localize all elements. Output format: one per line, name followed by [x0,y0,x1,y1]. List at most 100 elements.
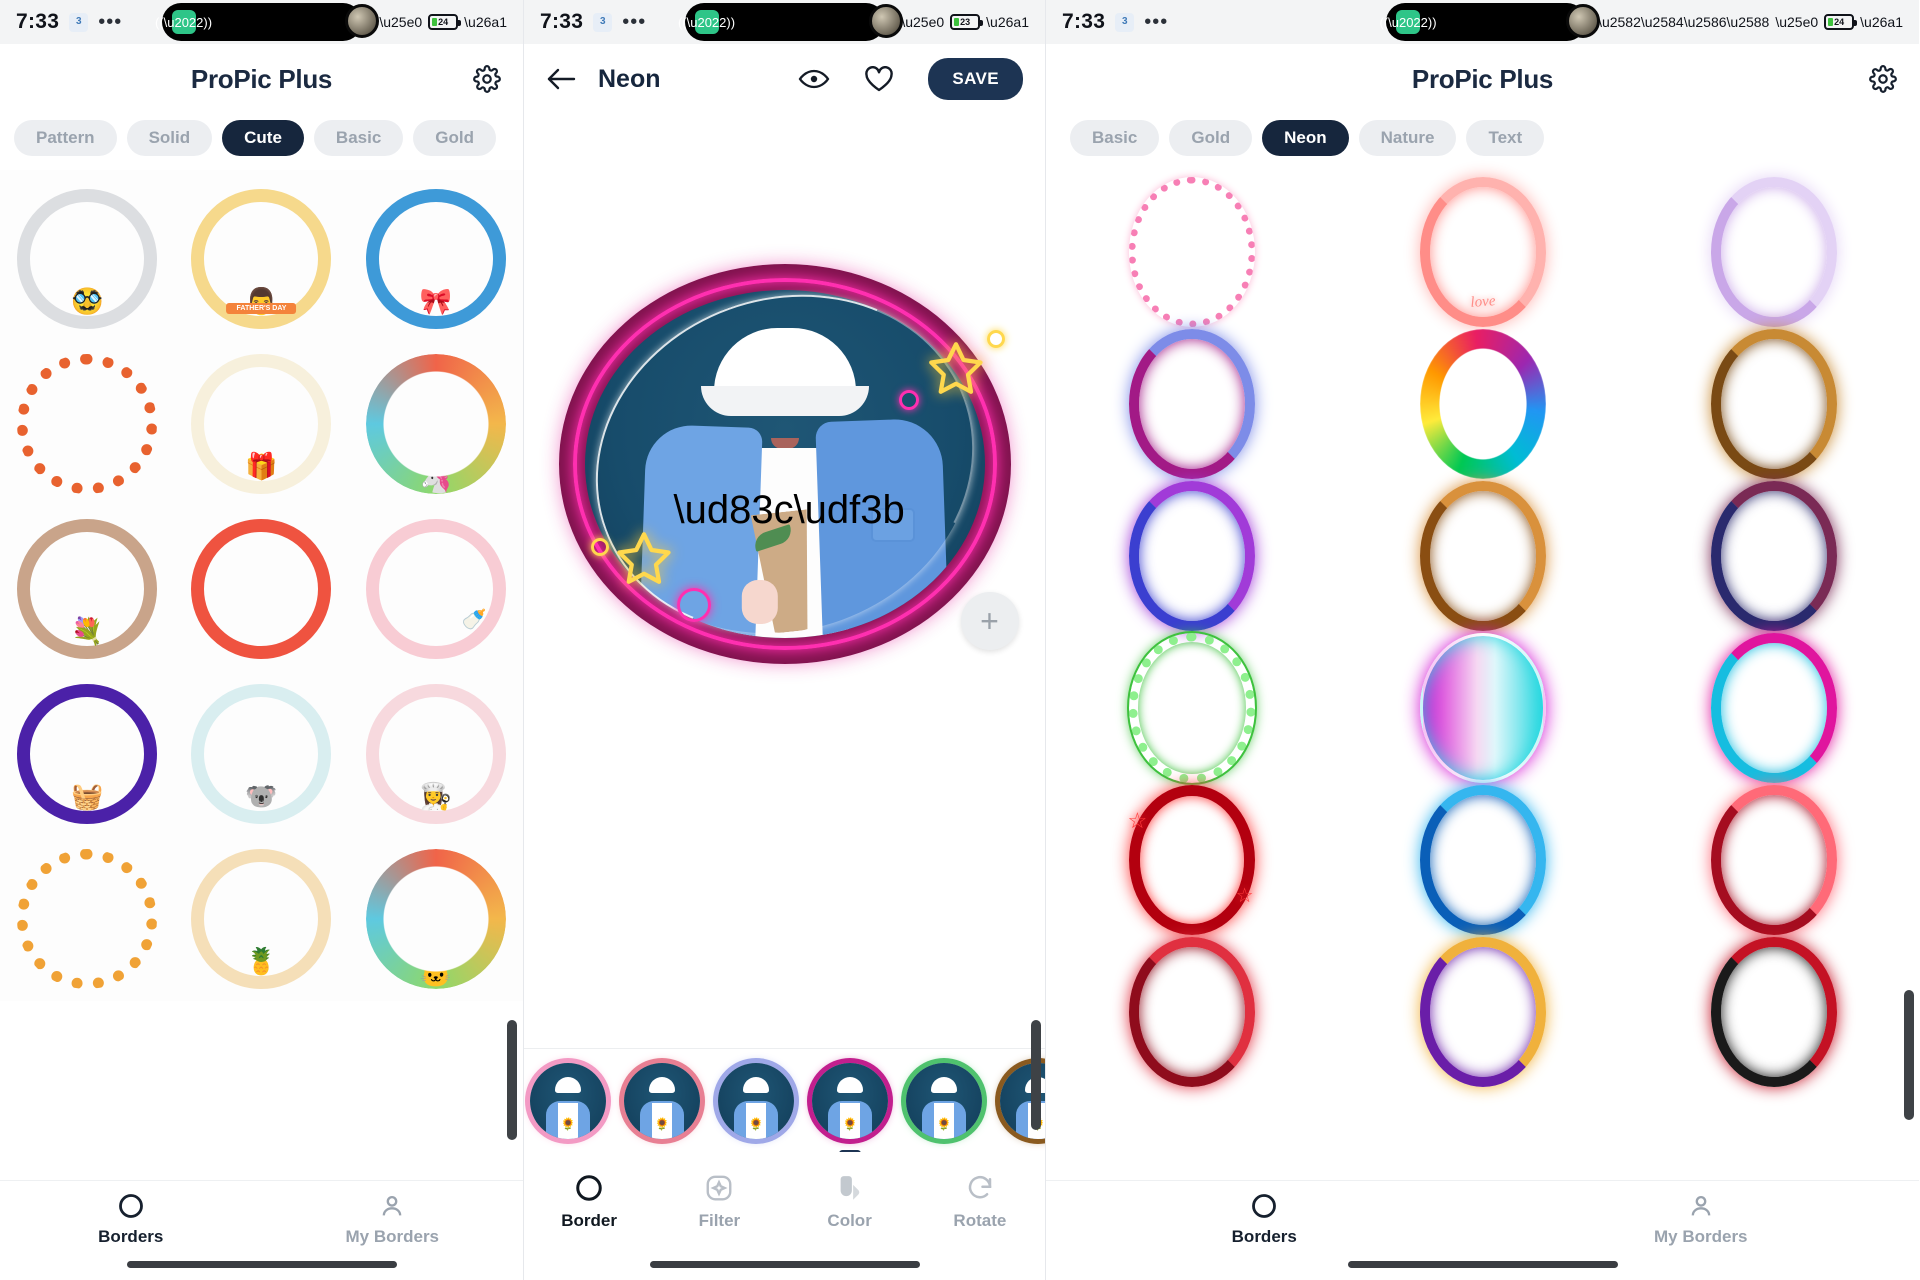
heart-outline-icon[interactable] [864,65,894,93]
neon-red-white [1710,785,1837,935]
save-button[interactable]: SAVE [928,58,1023,100]
back-arrow-icon[interactable] [546,66,576,92]
thumbnail-item[interactable]: 🌻 [906,1062,982,1139]
mustache-ring-decoration-icon: 🥸 [70,285,104,316]
app-header-right: ProPic Plus [1046,44,1919,114]
border-item[interactable]: 💐 [0,506,174,671]
wifi-icon: \u25e0 [901,14,945,30]
border-item[interactable] [174,506,348,671]
tab-gold[interactable]: Gold [413,120,497,156]
border-item[interactable]: love [1337,176,1628,328]
gear-icon[interactable] [473,65,501,93]
framed-photo[interactable]: \ud83c\udf3b + [547,242,1022,686]
tool-rotate[interactable]: Rotate [915,1152,1045,1280]
border-item[interactable] [1337,632,1628,784]
thumb-cap-shape [649,1076,675,1093]
tab-gold[interactable]: Gold [1169,120,1253,156]
border-item[interactable]: 🎁 [174,341,348,506]
thumb-flower-icon: 🌻 [936,1116,952,1131]
border-item[interactable]: 👩‍🍳 [349,671,523,836]
tab-neon[interactable]: Neon [1262,120,1349,156]
border-item[interactable] [1628,480,1919,632]
scrollbar-right[interactable] [1904,990,1914,1120]
border-item[interactable] [1046,480,1337,632]
tool-border[interactable]: Border [524,1152,654,1280]
thumbnail-item[interactable]: 🌻 [718,1062,794,1139]
person-icon [1691,1195,1711,1216]
rainbow-cat-ring: 🐱 [365,848,506,989]
neon-navy-plum [1710,481,1837,631]
circle-outline-icon [1252,1194,1277,1218]
thumb-neon-lilac: 🌻 [718,1062,794,1139]
rainbow-unicorn-ring: 🦄 [365,353,506,494]
tab-nature[interactable]: Nature [1358,120,1457,156]
border-item[interactable] [0,341,174,506]
tool-label-rotate: Rotate [953,1211,1007,1230]
tool-label-color: Color [827,1211,872,1230]
border-item[interactable]: 🍼 [349,506,523,671]
scrollbar-middle[interactable] [1031,1020,1041,1130]
neon-magenta-blue [1128,329,1255,479]
status-bar-left: 7:33 3 ••• ((\u2022)) HD \u2582\u2584\u2… [0,0,523,44]
border-item[interactable] [1046,328,1337,480]
neon-red-stars: ☆ ☆ [1128,785,1255,935]
thumbnail-item[interactable]: 🌻 [624,1062,700,1139]
tab-basic[interactable]: Basic [1070,120,1160,156]
border-item[interactable]: 🐨 [174,671,348,836]
nav-label-my-borders: My Borders [345,1227,440,1246]
border-item[interactable]: 🧺 [0,671,174,836]
strawberry-ring [191,518,332,659]
border-item[interactable]: ☆ ☆ [1046,784,1337,936]
status-overflow-dots: ••• [1144,11,1169,33]
border-item[interactable] [1337,480,1628,632]
border-thumbnail-strip[interactable]: 🌻🌻🌻🌻🌻🌻🌻 [524,1048,1045,1152]
neon-violet-gold [1419,937,1546,1087]
add-sticker-button[interactable]: + [960,592,1019,650]
editor-actions: SAVE [798,58,1023,100]
neon-copper [1419,481,1546,631]
border-item[interactable]: 👨 FATHER'S DAY [174,176,348,341]
border-item[interactable] [1046,176,1337,328]
thumbnail-item[interactable]: 🌻 [812,1062,888,1152]
border-item[interactable]: 🍍 [174,836,348,1001]
person-icon [382,1195,402,1216]
tab-text[interactable]: Text [1466,120,1545,156]
tab-solid[interactable]: Solid [126,120,213,156]
neon-dark-red [1128,937,1255,1087]
camera-avatar-icon [1566,4,1600,38]
border-item[interactable] [1628,632,1919,784]
eye-icon[interactable] [798,68,830,90]
border-item[interactable] [1046,936,1337,1088]
border-item[interactable]: 🎀 [349,176,523,341]
thumb-neon-coral: 🌻 [624,1062,700,1139]
tab-cute[interactable]: Cute [222,120,304,156]
dynamic-island[interactable]: ((\u2022)) [155,3,362,41]
thumbnail-item[interactable]: 🌻 [530,1062,606,1139]
candy-ring [17,353,158,494]
camera-avatar-icon [869,4,903,38]
wifi-icon: \u25e0 [1775,14,1819,30]
border-item[interactable]: 🦄 [349,341,523,506]
dynamic-island[interactable]: ((\u2022)) [1379,3,1586,41]
gear-icon[interactable] [1869,65,1897,93]
border-item[interactable] [0,836,174,1001]
tab-pattern[interactable]: Pattern [14,120,117,156]
border-item[interactable]: 🥸 [0,176,174,341]
border-item[interactable] [1046,631,1337,785]
border-item[interactable]: 🐱 [349,836,523,1001]
scrollbar-left[interactable] [507,1020,517,1140]
border-item[interactable] [1628,936,1919,1088]
border-item[interactable] [1337,936,1628,1088]
neon-bronze [1710,329,1837,479]
dynamic-island[interactable]: ((\u2022)) [678,3,885,41]
home-indicator [1347,1261,1618,1268]
home-indicator [126,1261,397,1268]
border-item[interactable] [1628,328,1919,480]
border-item[interactable] [1337,784,1628,936]
border-item[interactable] [1628,176,1919,328]
border-item[interactable] [1337,328,1628,480]
tab-basic[interactable]: Basic [313,120,404,156]
border-item[interactable] [1628,784,1919,936]
thumb-flower-icon: 🌻 [748,1116,764,1131]
pink-gingham-ring: 🍼 [365,518,506,659]
